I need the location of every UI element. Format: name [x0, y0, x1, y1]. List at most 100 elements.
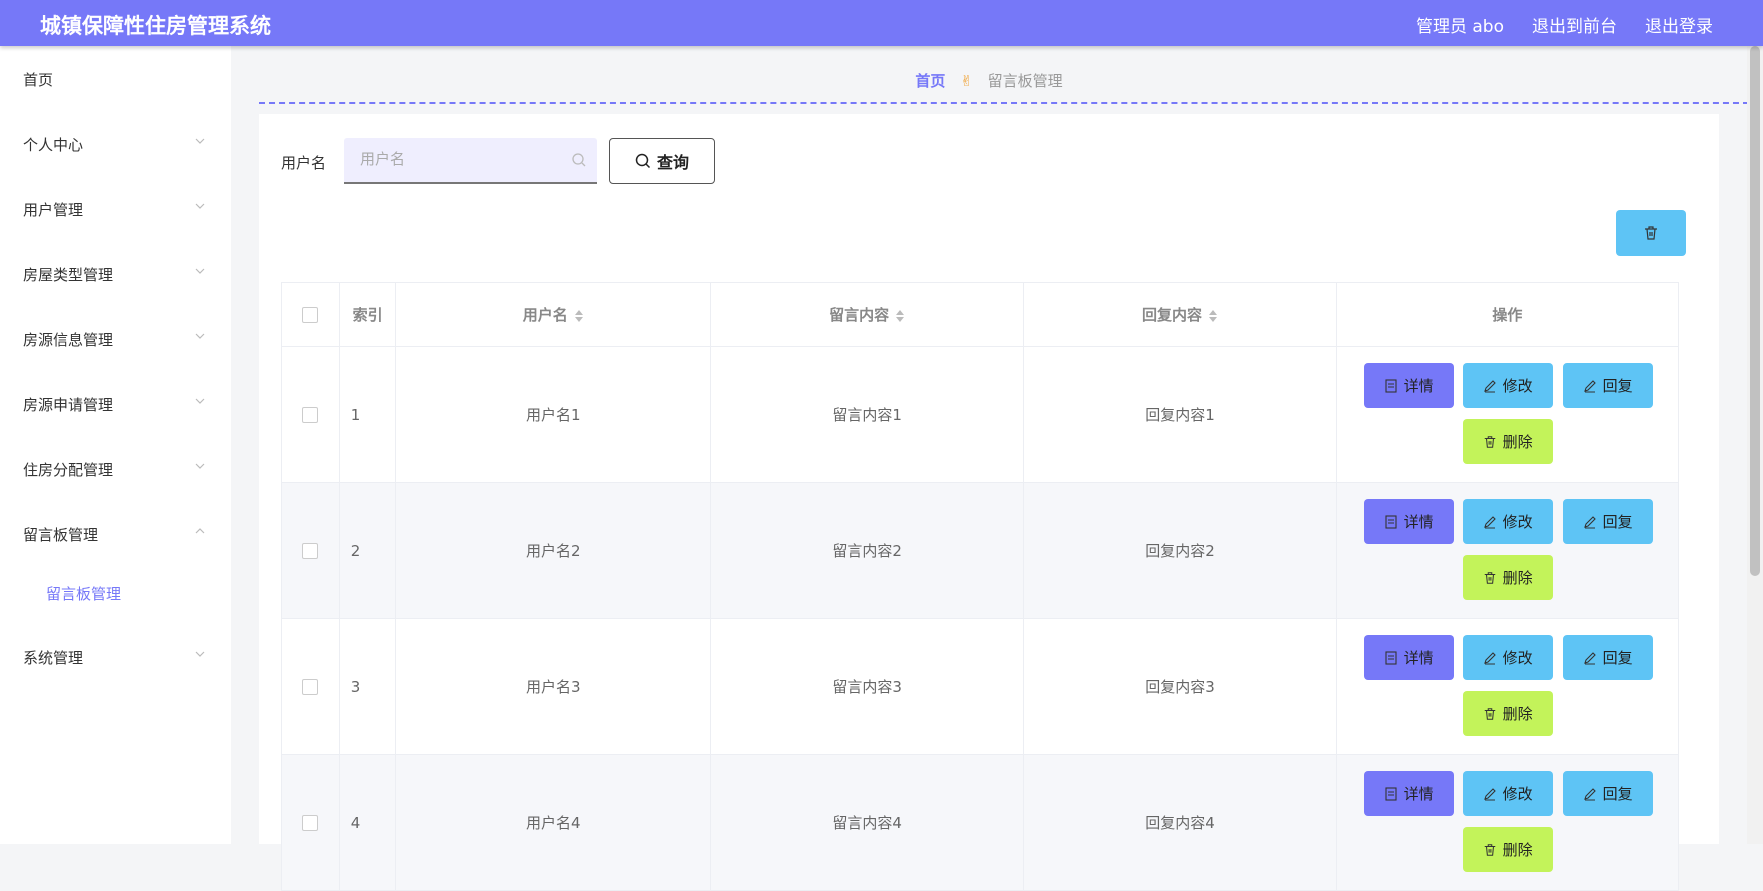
col-ops-label: 操作	[1492, 306, 1523, 324]
search-input[interactable]	[344, 138, 564, 180]
batch-delete-button[interactable]	[1616, 210, 1686, 256]
edit-button-label: 修改	[1502, 785, 1533, 803]
pencil-icon	[1483, 515, 1496, 529]
sidebar-item-house-type[interactable]: 房屋类型管理	[0, 254, 231, 294]
sidebar: 首页 个人中心 用户管理 房屋类型管理 房源信息管理 房源申请管理 住房分配管理…	[0, 46, 231, 844]
scrollbar[interactable]	[1747, 46, 1763, 844]
query-button[interactable]: 查询	[609, 138, 715, 184]
logout-link[interactable]: 退出登录	[1645, 12, 1713, 37]
scrollbar-thumb[interactable]	[1750, 46, 1760, 576]
breadcrumb-current: 留言板管理	[987, 72, 1063, 90]
delete-button[interactable]: 删除	[1462, 555, 1553, 600]
cell-index: 1	[338, 346, 397, 483]
col-content-label: 留言内容	[829, 306, 890, 324]
cell-reply: 回复内容3	[1023, 618, 1337, 755]
reply-button[interactable]: 回复	[1562, 363, 1653, 408]
query-button-label: 查询	[656, 153, 689, 172]
select-all-cell	[281, 282, 340, 347]
cell-index: 2	[338, 482, 397, 619]
cell-username: 用户名1	[395, 346, 711, 483]
admin-label: 管理员 abo	[1415, 17, 1504, 37]
delete-button-label: 删除	[1502, 705, 1533, 723]
row-checkbox[interactable]	[302, 679, 319, 695]
sidebar-item-label: 用户管理	[23, 201, 84, 219]
row-checkbox[interactable]	[302, 543, 319, 559]
content-panel: 用户名 查询 索引 用户名 留言内容 回复内容 操作	[259, 114, 1719, 891]
breadcrumb: 首页 ✌ 留言板管理	[231, 70, 1747, 91]
pencil-icon	[1483, 787, 1496, 801]
reply-button[interactable]: 回复	[1562, 771, 1653, 816]
document-icon	[1385, 514, 1397, 529]
detail-button[interactable]: 详情	[1363, 771, 1454, 816]
exit-to-front-link[interactable]: 退出到前台	[1532, 12, 1617, 37]
detail-button[interactable]: 详情	[1363, 499, 1454, 544]
sidebar-item-label: 房源申请管理	[23, 396, 114, 414]
cell-reply: 回复内容2	[1023, 482, 1337, 619]
col-reply[interactable]: 回复内容	[1023, 282, 1337, 347]
trash-icon	[1484, 435, 1495, 448]
breadcrumb-home[interactable]: 首页	[915, 72, 945, 90]
detail-button-label: 详情	[1403, 377, 1434, 395]
cell-index: 4	[338, 754, 397, 891]
sidebar-item-user-management[interactable]: 用户管理	[0, 189, 231, 229]
chevron-up-icon	[195, 528, 205, 534]
delete-button[interactable]: 删除	[1462, 419, 1553, 464]
table-header-row: 索引 用户名 留言内容 回复内容 操作	[281, 282, 1680, 347]
sidebar-item-house-allocation[interactable]: 住房分配管理	[0, 449, 231, 489]
select-all-checkbox[interactable]	[302, 307, 319, 323]
sidebar-item-house-application[interactable]: 房源申请管理	[0, 384, 231, 424]
trash-icon	[1484, 843, 1495, 856]
delete-button-label: 删除	[1502, 569, 1533, 587]
sort-icon[interactable]	[895, 309, 905, 323]
delete-button[interactable]: 删除	[1462, 827, 1553, 872]
sidebar-item-label: 房屋类型管理	[23, 266, 114, 284]
sidebar-item-system-management[interactable]: 系统管理	[0, 637, 231, 677]
col-reply-label: 回复内容	[1142, 306, 1203, 324]
reply-button[interactable]: 回复	[1562, 635, 1653, 680]
col-content[interactable]: 留言内容	[709, 282, 1025, 347]
edit-button-label: 修改	[1502, 649, 1533, 667]
edit-button[interactable]: 修改	[1462, 635, 1553, 680]
sidebar-item-label: 个人中心	[23, 136, 84, 154]
pencil-icon	[1483, 379, 1496, 393]
col-username[interactable]: 用户名	[395, 282, 711, 347]
sort-icon[interactable]	[1208, 309, 1218, 323]
sidebar-item-label: 住房分配管理	[23, 461, 114, 479]
delete-button-label: 删除	[1502, 433, 1533, 451]
sidebar-item-label: 留言板管理	[46, 585, 122, 603]
trash-icon	[1484, 707, 1495, 720]
edit-button-label: 修改	[1502, 513, 1533, 531]
search-label: 用户名	[281, 154, 327, 172]
sidebar-item-house-info[interactable]: 房源信息管理	[0, 319, 231, 359]
chevron-down-icon	[195, 463, 205, 469]
cell-username: 用户名2	[395, 482, 711, 619]
table-row: 2 用户名2 留言内容2 回复内容2 详情 修改 回复 删除	[281, 482, 1680, 619]
cell-reply: 回复内容1	[1023, 346, 1337, 483]
cell-reply: 回复内容4	[1023, 754, 1337, 891]
sort-icon[interactable]	[574, 309, 584, 323]
divider	[259, 102, 1749, 104]
edit-button-label: 修改	[1502, 377, 1533, 395]
edit-button[interactable]: 修改	[1462, 771, 1553, 816]
delete-button[interactable]: 删除	[1462, 691, 1553, 736]
sidebar-subitem-message-board[interactable]: 留言板管理	[0, 573, 231, 613]
col-username-label: 用户名	[522, 306, 568, 324]
edit-button[interactable]: 修改	[1462, 363, 1553, 408]
row-checkbox[interactable]	[302, 407, 319, 423]
reply-button-label: 回复	[1602, 513, 1633, 531]
pencil-icon	[1583, 379, 1596, 393]
search-icon	[635, 153, 651, 169]
search-field-wrapper	[344, 138, 597, 184]
sidebar-item-personal-center[interactable]: 个人中心	[0, 124, 231, 164]
row-select-cell	[281, 754, 340, 891]
detail-button[interactable]: 详情	[1363, 363, 1454, 408]
row-checkbox[interactable]	[302, 815, 319, 831]
edit-button[interactable]: 修改	[1462, 499, 1553, 544]
reply-button[interactable]: 回复	[1562, 499, 1653, 544]
sidebar-item-message-board[interactable]: 留言板管理	[0, 514, 231, 554]
detail-button[interactable]: 详情	[1363, 635, 1454, 680]
sidebar-item-home[interactable]: 首页	[0, 59, 231, 99]
delete-button-label: 删除	[1502, 841, 1533, 859]
document-icon	[1385, 378, 1397, 393]
sidebar-item-label: 首页	[23, 71, 54, 89]
